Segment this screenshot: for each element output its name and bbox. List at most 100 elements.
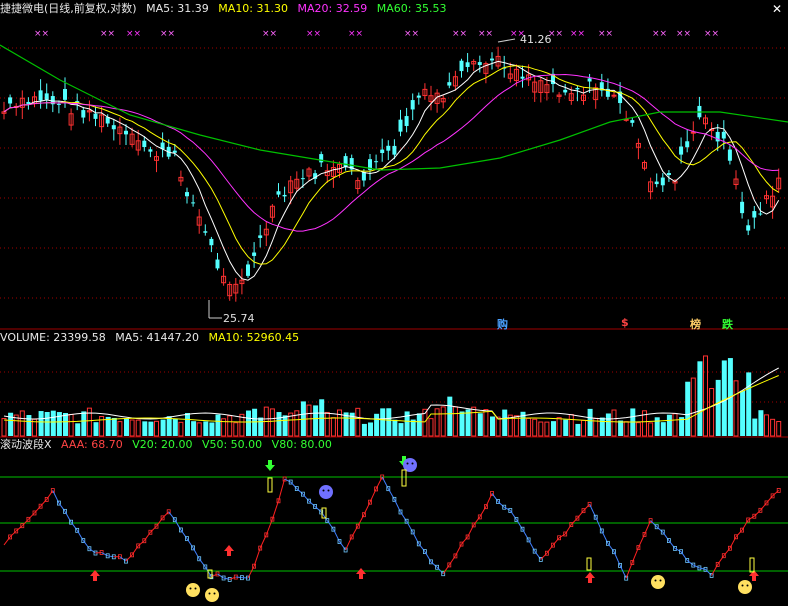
candle-body [575, 88, 580, 90]
aaa-segment [253, 547, 261, 567]
volume-bar [685, 381, 691, 436]
sad-face-icon-eye [322, 489, 325, 492]
volume-bar [513, 415, 519, 437]
aaa-segment [436, 566, 444, 575]
signal-mark: ×× [160, 29, 175, 39]
close-icon[interactable]: ✕ [770, 2, 784, 16]
aaa-segment [577, 510, 584, 519]
aaa-segment [509, 510, 517, 520]
signal-bar [267, 477, 273, 493]
volume-bar [117, 421, 123, 437]
volume-bar [269, 408, 275, 437]
aaa-segment [723, 547, 731, 557]
aaa-segment [760, 502, 767, 511]
candle-body [685, 141, 690, 148]
candle-body [666, 173, 671, 176]
volume-bar [459, 411, 465, 436]
aaa-segment [772, 490, 780, 497]
volume-bar [392, 419, 398, 436]
smiley-icon [738, 580, 752, 594]
volume-bar [81, 411, 87, 436]
aaa-segment [186, 538, 194, 549]
aaa-segment [223, 577, 230, 580]
volume-bar [733, 380, 739, 437]
volume-bar [374, 413, 380, 436]
aaa-segment [491, 493, 499, 502]
volume-bar [703, 355, 708, 437]
candle-body [185, 192, 189, 197]
candle-body [679, 146, 684, 155]
aaa-segment [442, 564, 450, 574]
aaa-segment [564, 524, 572, 535]
volume-bar [660, 422, 666, 436]
volume-bar [386, 408, 392, 436]
volume-bar [398, 423, 404, 436]
volume-bar [690, 377, 696, 437]
candle-body [490, 58, 494, 61]
aaa-segment [662, 531, 670, 541]
volume-bar [721, 360, 727, 436]
marker-rank: 榜 [690, 318, 701, 331]
aaa-segment [34, 505, 41, 514]
aaa-segment [497, 501, 505, 508]
aaa-segment [400, 511, 408, 522]
marker-dollar: $ [621, 316, 629, 329]
volume-bar [587, 408, 593, 436]
buy-arrow-icon [585, 572, 595, 583]
aaa-segment [699, 567, 706, 570]
volume-bar [93, 422, 99, 436]
aaa-value: AAA: 68.70 [61, 438, 123, 451]
buy-arrow-icon [90, 570, 100, 581]
volume-bar [313, 405, 319, 436]
volume-ma10-value: MA10: 52960.45 [208, 331, 300, 344]
volume-bar [502, 409, 508, 436]
candle-body [477, 62, 482, 66]
signal-mark: ×× [598, 29, 613, 39]
volume-bar [605, 413, 611, 436]
volume-bar [575, 423, 581, 436]
high-pointer [497, 38, 516, 43]
volume-bar [178, 421, 184, 437]
smiley-icon-eye [746, 584, 749, 587]
price-panel-title: 捷捷微电(日线,前复权,对数) [0, 2, 137, 15]
candle-body [142, 140, 147, 148]
candle-body [282, 194, 287, 197]
aaa-segment [741, 519, 749, 531]
volume-bar [544, 421, 550, 437]
aaa-segment [28, 512, 35, 520]
volume-bar [563, 419, 569, 436]
volume-bar [63, 413, 68, 436]
volume-bar [483, 409, 489, 437]
volume-bar [1, 417, 7, 437]
volume-bar [758, 410, 764, 436]
volume-bar [648, 422, 654, 437]
volume-bar [495, 416, 501, 437]
volume-ma10-line [3, 375, 779, 423]
volume-bar [196, 422, 202, 437]
signal-bar [749, 557, 755, 573]
volume-bar [452, 406, 458, 437]
volume-bar [185, 413, 190, 436]
aaa-segment [107, 555, 114, 558]
candle-body [319, 154, 324, 163]
ma60-value: MA60: 35.53 [376, 2, 447, 15]
volume-bar [19, 410, 25, 437]
volume-bar [599, 417, 605, 436]
volume-bar [203, 421, 209, 436]
volume-bar [258, 417, 264, 436]
aaa-segment [766, 495, 773, 504]
aaa-segment [735, 529, 743, 538]
ma10-line [3, 65, 779, 265]
chart-canvas[interactable]: 41.2625.74×× ×× ×× ×× ×× ×× ×× ×× ×× ×× ×× ×× ×× ×× ××… [0, 0, 788, 606]
aaa-segment [131, 545, 139, 556]
v80-value: V80: 80.00 [271, 438, 332, 451]
signal-mark: ×× [126, 29, 141, 39]
aaa-segment [717, 555, 725, 565]
volume-bar [666, 414, 672, 436]
volume-bar [551, 421, 556, 436]
candle-body [246, 264, 250, 276]
candle-body [209, 238, 214, 246]
volume-bar [8, 412, 14, 436]
candle-body [124, 130, 128, 135]
sad-face-icon-eye [406, 462, 409, 465]
